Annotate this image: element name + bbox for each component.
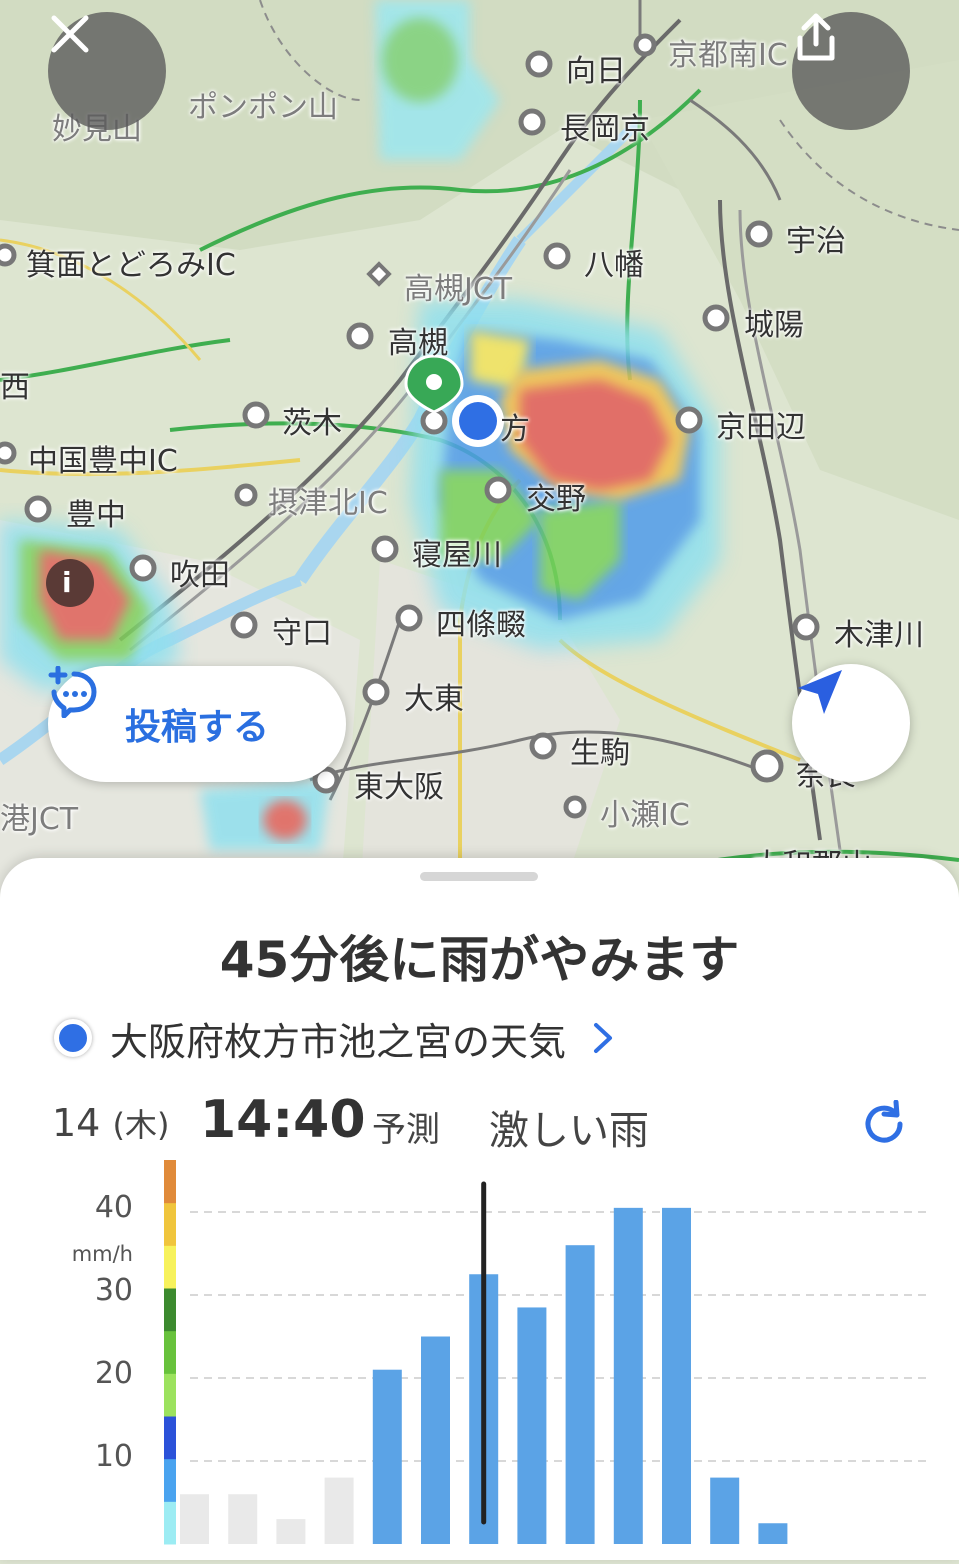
map-label-shijonawate: 四條畷	[436, 608, 526, 643]
map-label-kose: 小瀬IC	[600, 798, 690, 833]
scale-segment	[164, 1416, 176, 1460]
scale-segment	[164, 1160, 176, 1204]
y-axis-unit: mm/h	[71, 1242, 133, 1266]
rain-bar[interactable]	[662, 1207, 691, 1544]
rain-bar[interactable]	[180, 1494, 209, 1544]
rain-condition: 激しい雨	[489, 1108, 649, 1154]
y-tick-label: 20	[94, 1356, 133, 1391]
map-label-nishi: 西	[0, 370, 30, 405]
rain-bar[interactable]	[421, 1336, 450, 1545]
rainfall-plot	[164, 1160, 930, 1545]
map-label-chugoku-toyonaka: 中国豊中IC	[28, 444, 178, 479]
map-label-ponpon: ポンポン山	[188, 90, 338, 125]
map-label-yawata: 八幡	[584, 248, 644, 283]
post-report-button[interactable]: 投稿する	[48, 666, 346, 782]
rain-bar[interactable]	[565, 1245, 595, 1544]
share-button[interactable]	[792, 12, 910, 130]
map-label-uji: 宇治	[786, 224, 846, 259]
rainfall-chart[interactable]: mm/h 10 20 30 40	[0, 1158, 959, 1560]
map-label-ko-jct: 港JCT	[0, 802, 79, 837]
map-label-joyo: 城陽	[744, 308, 804, 343]
map-label-suita: 吹田	[170, 558, 230, 593]
rain-bar[interactable]	[710, 1477, 740, 1544]
scale-segment	[164, 1501, 176, 1545]
scale-segment	[164, 1373, 176, 1417]
info-marker-icon[interactable]: i	[62, 566, 72, 599]
y-tick-label: 30	[94, 1273, 133, 1308]
map-label-takatsuki: 高槻	[388, 326, 448, 361]
share-icon	[797, 13, 835, 61]
navigation-arrow-icon	[798, 670, 842, 714]
y-tick-label: 40	[94, 1190, 133, 1225]
map-label-settsu: 摂津北IC	[268, 486, 388, 521]
y-tick-label: 10	[94, 1439, 133, 1474]
chevron-right-icon	[594, 1023, 613, 1053]
location-name: 大阪府枚方市池之宮の天気	[110, 1019, 567, 1064]
rain-bar[interactable]	[276, 1519, 306, 1544]
rain-bar[interactable]	[324, 1477, 354, 1544]
date-day: 14	[52, 1101, 101, 1145]
sheet-drag-handle[interactable]	[420, 872, 538, 881]
map-label-ibaraki: 茨木	[282, 406, 342, 441]
map-label-katano: 交野	[526, 482, 586, 517]
current-location-button[interactable]	[792, 664, 910, 782]
map-label-ikoma: 生駒	[570, 736, 630, 771]
scale-segment	[164, 1245, 176, 1289]
rain-bar[interactable]	[228, 1494, 258, 1544]
location-link[interactable]: 大阪府枚方市池之宮の天気	[54, 1008, 614, 1068]
forecast-date: 14 (木)	[52, 1100, 169, 1146]
location-dot-icon	[54, 1019, 92, 1057]
close-button[interactable]	[48, 12, 166, 130]
scale-segment	[164, 1202, 176, 1246]
forecast-time: 14:40	[200, 1090, 366, 1150]
rain-stop-headline: 45分後に雨がやみます	[219, 931, 740, 989]
forecast-label: 予測	[372, 1110, 440, 1150]
map-label-mino: 箕面とどろみIC	[26, 248, 236, 283]
rain-bar[interactable]	[372, 1369, 402, 1544]
map-label-kyotanabe: 京田辺	[716, 410, 806, 445]
rain-radar-map[interactable]: 向日 京都南IC 長岡京 妙見山 ポンポン山 宇治 箕面とどろみIC 八幡 高槻…	[0, 0, 959, 900]
date-weekday: (木)	[112, 1106, 170, 1144]
map-label-kizugawa: 木津川	[834, 618, 924, 653]
map-label-kyoto-minami-ic: 京都南IC	[668, 38, 788, 73]
scale-segment	[164, 1330, 176, 1374]
map-label-neyagawa: 寝屋川	[412, 538, 502, 573]
weather-bottom-sheet[interactable]: 45分後に雨がやみます 大阪府枚方市池之宮の天気 14 (木) 14:40 予測…	[0, 858, 959, 1560]
refresh-icon[interactable]	[860, 1100, 908, 1148]
map-label-toyonaka: 豊中	[66, 498, 126, 533]
rain-bar[interactable]	[613, 1207, 643, 1544]
map-label-moriguchi: 守口	[272, 616, 332, 651]
scale-segment	[164, 1458, 176, 1502]
map-label-nagaokakyo: 長岡京	[560, 112, 650, 147]
post-report-label: 投稿する	[124, 707, 269, 748]
rain-bar[interactable]	[758, 1523, 788, 1544]
rain-bar[interactable]	[517, 1307, 547, 1544]
forecast-time-row: 14 (木) 14:40 予測 激しい雨	[52, 1088, 922, 1158]
scale-segment	[164, 1288, 176, 1332]
comment-plus-icon	[48, 666, 97, 718]
map-label-mukou: 向日	[566, 54, 626, 89]
map-label-hirakata: 方	[500, 412, 530, 447]
close-icon	[51, 15, 89, 53]
map-label-daito: 大東	[404, 682, 464, 717]
map-label-takatsuki-jct: 高槻JCT	[404, 272, 513, 307]
map-label-higashiosaka: 東大阪	[354, 770, 444, 805]
